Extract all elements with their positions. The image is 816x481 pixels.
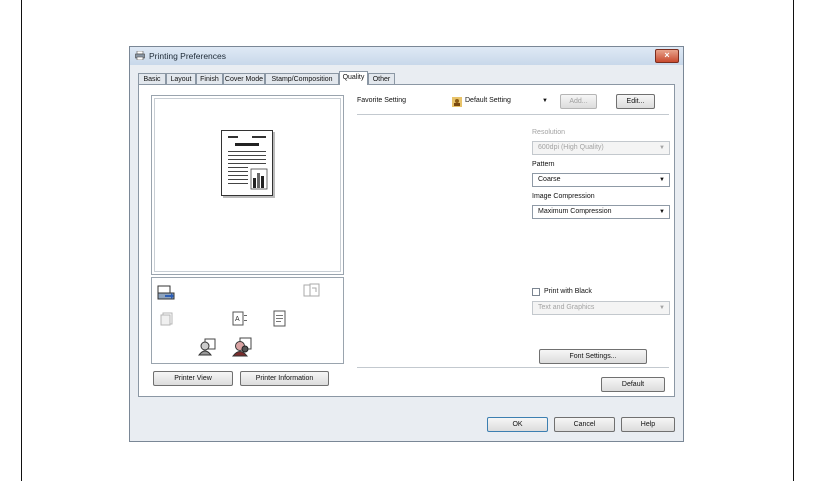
print-with-black-label: Print with Black	[544, 288, 592, 295]
print-with-black-dropdown[interactable]: Text and Graphics ▼	[532, 301, 670, 315]
print-with-black-checkbox[interactable]	[532, 288, 540, 296]
image-compression-value: Maximum Compression	[538, 208, 612, 215]
punched-document-icon[interactable]	[273, 310, 287, 328]
frame-right-line	[793, 0, 794, 481]
edit-button[interactable]: Edit...	[616, 94, 655, 109]
image-compression-label: Image Compression	[532, 193, 595, 200]
output-tray-icon[interactable]	[302, 283, 322, 299]
printing-preferences-dialog: Printing Preferences × Basic Layout Fini…	[129, 46, 684, 442]
quality-tab-panel: A Printer View Printer Information Favor…	[138, 84, 675, 397]
close-button[interactable]: ×	[655, 49, 679, 63]
chevron-down-icon: ▼	[659, 145, 665, 151]
tab-finish[interactable]: Finish	[196, 73, 223, 84]
separator	[357, 114, 669, 115]
account-track-icon[interactable]	[232, 337, 252, 357]
printer-options-icons: A	[151, 277, 344, 364]
add-button[interactable]: Add...	[560, 94, 597, 109]
chevron-down-icon: ▼	[659, 209, 665, 215]
tab-other[interactable]: Other	[368, 73, 395, 84]
printer-tray-icon[interactable]	[157, 285, 175, 301]
printer-icon	[135, 51, 145, 60]
resolution-dropdown[interactable]: 600dpi (High Quality) ▼	[532, 141, 670, 155]
favorite-setting-label: Favorite Setting	[357, 97, 407, 104]
favorite-setting-dropdown[interactable]: Default Setting ▼	[448, 94, 553, 108]
help-button[interactable]: Help	[621, 417, 675, 432]
pattern-label: Pattern	[532, 161, 555, 168]
close-icon: ×	[664, 50, 670, 60]
title-bar: Printing Preferences ×	[130, 47, 683, 65]
tab-quality[interactable]: Quality	[339, 71, 368, 85]
chevron-down-icon: ▼	[659, 177, 665, 183]
favorite-setting-value: Default Setting	[465, 97, 511, 104]
tab-stamp-composition[interactable]: Stamp/Composition	[265, 73, 339, 84]
printer-view-button[interactable]: Printer View	[153, 371, 233, 386]
font-settings-button[interactable]: Font Settings...	[539, 349, 647, 364]
cancel-button[interactable]: Cancel	[554, 417, 615, 432]
image-compression-dropdown[interactable]: Maximum Compression ▼	[532, 205, 670, 219]
tab-cover-mode[interactable]: Cover Mode	[223, 73, 265, 84]
print-with-black-value: Text and Graphics	[538, 304, 595, 311]
resolution-label: Resolution	[532, 129, 566, 136]
frame-left-line	[21, 0, 22, 481]
separator	[357, 367, 669, 368]
page-preview	[151, 95, 344, 275]
chevron-down-icon: ▼	[542, 98, 548, 104]
dialog-title: Printing Preferences	[149, 51, 227, 61]
tab-basic[interactable]: Basic	[138, 73, 166, 84]
stacked-pages-icon[interactable]	[160, 312, 174, 326]
tab-layout[interactable]: Layout	[166, 73, 196, 84]
ok-button[interactable]: OK	[487, 417, 548, 432]
svg-text:A: A	[235, 316, 240, 323]
default-button[interactable]: Default	[601, 377, 665, 392]
document-preview-icon	[221, 130, 273, 196]
pattern-dropdown[interactable]: Coarse ▼	[532, 173, 670, 187]
chevron-down-icon: ▼	[659, 305, 665, 311]
pattern-value: Coarse	[538, 176, 561, 183]
resolution-value: 600dpi (High Quality)	[538, 144, 604, 151]
favorite-star-icon	[452, 97, 462, 107]
stapled-document-icon[interactable]: A	[232, 311, 248, 327]
printer-information-button[interactable]: Printer Information	[240, 371, 329, 386]
user-authentication-icon[interactable]	[198, 338, 216, 356]
